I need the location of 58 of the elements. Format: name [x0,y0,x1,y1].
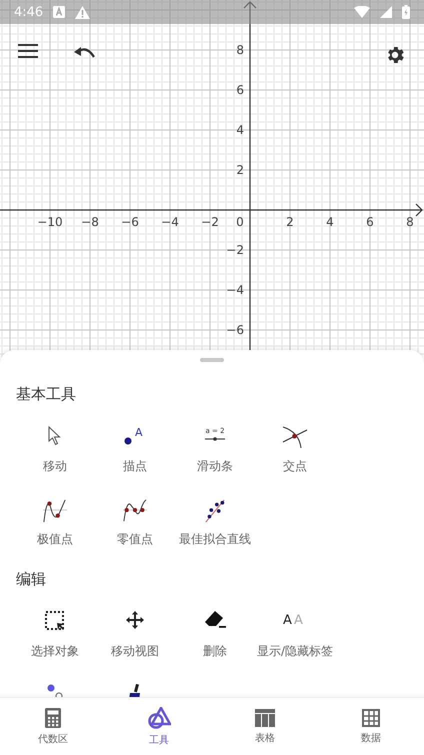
tool-label[interactable]: 零值点 [117,531,153,547]
axis-tick-label: 6 [236,83,244,97]
notification-icon [53,6,66,18]
nav-tab[interactable]: 代数区 [0,698,106,755]
grid-icon [362,708,380,726]
axis-tick-label: −6 [121,215,139,229]
axis-tick-label: 2 [286,215,294,229]
extremum-curve-icon[interactable] [42,499,68,523]
nav-tab[interactable]: 表格 [212,698,318,755]
axis-tick-label: 4 [236,123,244,137]
wifi-icon [354,6,370,18]
tool-label[interactable]: 最佳拟合直线 [179,531,251,547]
shapes-icon [147,706,171,728]
dots-icon[interactable] [47,684,63,697]
axis-tick-label: −2 [201,215,219,229]
label-letters-icon[interactable]: A A [283,611,307,627]
axis-tick-label: −6 [226,323,244,337]
battery-icon [402,5,410,19]
status-time: 4:46 [14,4,44,20]
drag-handle[interactable] [200,358,224,362]
section-title: 编辑 [16,569,47,589]
axis-tick-label: −4 [161,215,179,229]
intersection-icon[interactable] [282,426,308,448]
tool-label[interactable]: 极值点 [37,531,73,547]
nav-tab[interactable]: 工具 [106,698,212,755]
tool-label[interactable]: 交点 [283,458,307,474]
fit-line-icon[interactable] [204,499,226,523]
axis-tick-label: −10 [37,215,63,229]
axis-tick-label: 0 [236,215,244,229]
tool-label[interactable]: 删除 [203,643,227,659]
tool-label[interactable]: 选择对象 [31,643,79,659]
tool-label[interactable]: 描点 [123,458,147,474]
nav-tab[interactable]: 数据 [318,698,424,755]
axis-tick-label: 4 [326,215,334,229]
undo-icon [74,46,96,58]
signal-icon [380,6,392,18]
calculator-icon [45,708,61,728]
tool-label[interactable]: 移动 [43,458,67,474]
tool-label[interactable]: 滑动条 [197,458,233,474]
cursor-icon[interactable] [48,426,62,446]
axis-tick-label: −8 [81,215,99,229]
table-icon [255,708,275,726]
axis-tick-label: −2 [226,243,244,257]
axis-tick-label: 6 [366,215,374,229]
tool-label[interactable]: 移动视图 [111,643,159,659]
axis-tick-label: 8 [406,215,414,229]
warning-icon [75,6,90,18]
move-arrows-icon[interactable] [126,611,144,629]
menu-icon [18,44,38,58]
axis-tick-label: −4 [226,283,244,297]
axis-tick-label: 8 [236,43,244,57]
brush-icon[interactable] [128,684,142,697]
roots-curve-icon[interactable] [122,499,148,523]
section-title: 基本工具 [16,384,77,404]
selection-box-icon[interactable] [45,611,65,631]
axis-tick-label: 2 [236,163,244,177]
eraser-icon[interactable] [204,611,226,629]
tool-label[interactable]: 显示/隐藏标签 [256,643,334,659]
